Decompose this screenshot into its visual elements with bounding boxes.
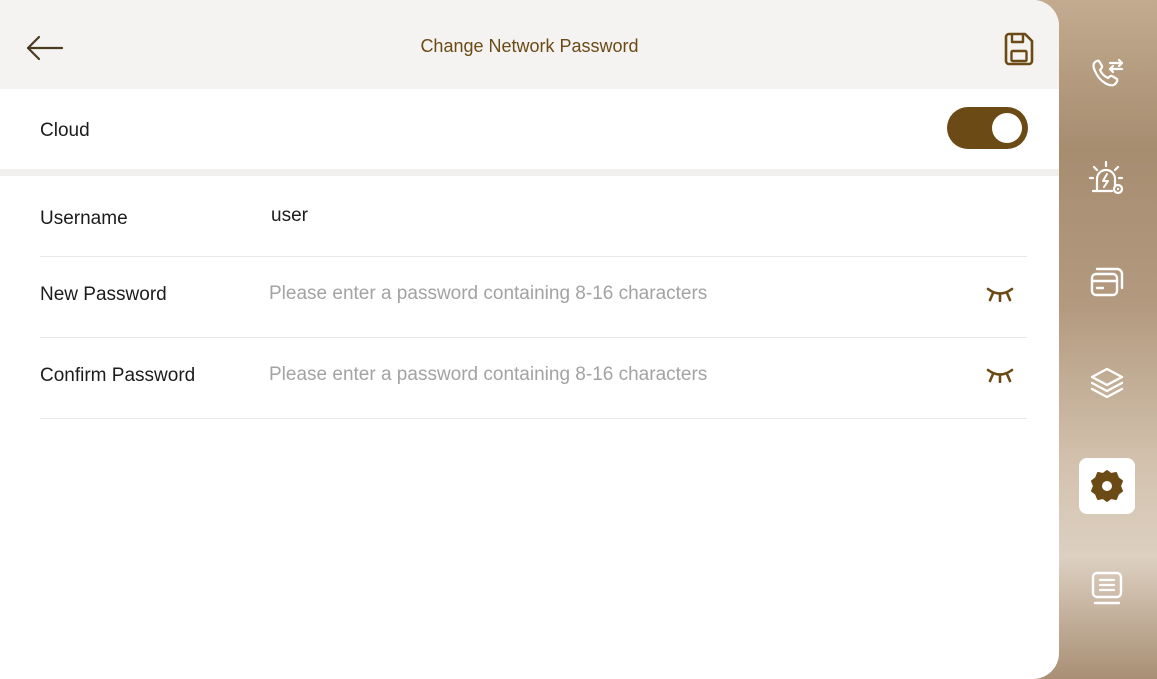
gear-icon bbox=[1091, 470, 1123, 502]
cloud-toggle[interactable] bbox=[947, 107, 1028, 149]
toggle-knob bbox=[992, 113, 1022, 143]
username-value: user bbox=[271, 205, 308, 226]
eye-closed-icon bbox=[986, 368, 1014, 383]
alarm-settings-icon bbox=[1088, 160, 1124, 195]
layers-icon bbox=[1090, 367, 1124, 399]
new-password-label: New Password bbox=[40, 284, 167, 305]
confirm-password-row: Confirm Password bbox=[40, 338, 1027, 419]
nav-call-settings[interactable] bbox=[1079, 46, 1135, 102]
access-card-icon bbox=[1090, 267, 1124, 297]
section-divider bbox=[0, 169, 1059, 176]
nav-list[interactable] bbox=[1079, 560, 1135, 616]
confirm-password-visibility-toggle[interactable] bbox=[982, 360, 1018, 390]
nav-access-card[interactable] bbox=[1079, 254, 1135, 310]
new-password-row: New Password bbox=[40, 257, 1027, 338]
eye-closed-icon bbox=[986, 287, 1014, 302]
save-button[interactable] bbox=[1002, 30, 1036, 68]
call-settings-icon bbox=[1092, 58, 1124, 87]
save-icon bbox=[1004, 32, 1034, 66]
username-label: Username bbox=[40, 208, 128, 229]
cloud-label: Cloud bbox=[40, 120, 90, 141]
list-icon bbox=[1091, 571, 1123, 605]
confirm-password-input[interactable] bbox=[269, 359, 969, 391]
confirm-password-label: Confirm Password bbox=[40, 365, 196, 386]
username-row: Username user bbox=[40, 176, 1027, 257]
new-password-visibility-toggle[interactable] bbox=[982, 279, 1018, 309]
page-title: Change Network Password bbox=[420, 36, 639, 56]
new-password-input[interactable] bbox=[269, 278, 969, 310]
cloud-row: Cloud bbox=[0, 89, 1059, 171]
nav-settings[interactable] bbox=[1079, 458, 1135, 514]
main-panel: Change Network Password Cloud Username u… bbox=[0, 0, 1059, 679]
nav-alarm-settings[interactable] bbox=[1079, 150, 1135, 206]
header-bar: Change Network Password bbox=[0, 0, 1059, 89]
nav-layers[interactable] bbox=[1079, 355, 1135, 411]
